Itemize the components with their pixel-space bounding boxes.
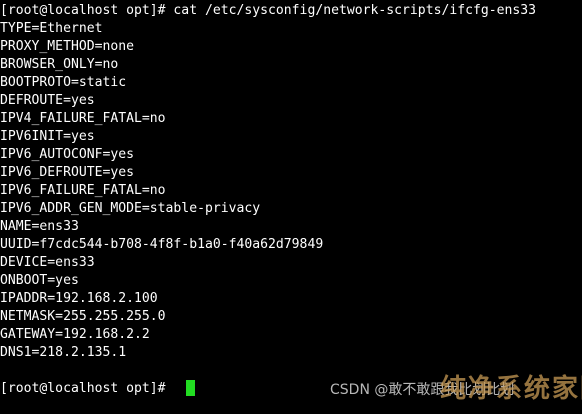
terminal-output-line: BROWSER_ONLY=no [0, 57, 119, 72]
terminal-prompt-line[interactable]: [root@localhost opt]# [0, 380, 173, 398]
terminal-window[interactable]: [root@localhost opt]# cat /etc/sysconfig… [0, 0, 582, 414]
terminal-output-line: IPV6INIT=yes [0, 129, 95, 144]
terminal-output-line: TYPE=Ethernet [0, 21, 103, 36]
site-logo-text: 纯净系统家园 [440, 374, 582, 404]
terminal-output-line: DNS1=218.2.135.1 [0, 345, 127, 360]
terminal-output-line: NETMASK=255.255.255.0 [0, 309, 166, 324]
terminal-output-line: NAME=ens33 [0, 219, 79, 234]
terminal-cursor [186, 380, 195, 396]
terminal-output-line: IPV6_DEFROUTE=yes [0, 165, 135, 180]
terminal-command-line: [root@localhost opt]# cat /etc/sysconfig… [0, 3, 537, 18]
terminal-output-line: BOOTPROTO=static [0, 75, 127, 90]
terminal-output-line: IPADDR=192.168.2.100 [0, 291, 158, 306]
terminal-output-line: IPV6_ADDR_GEN_MODE=stable-privacy [0, 201, 261, 216]
terminal-output-line: UUID=f7cdc544-b708-4f8f-b1a0-f40a62d7984… [0, 237, 324, 252]
terminal-output-line: ONBOOT=yes [0, 273, 79, 288]
terminal-output-line: PROXY_METHOD=none [0, 39, 135, 54]
terminal-output-line: IPV6_FAILURE_FATAL=no [0, 183, 166, 198]
site-logo-watermark: 纯净系统家园 [432, 366, 582, 414]
terminal-output-line: DEVICE=ens33 [0, 255, 95, 270]
terminal-output-line: DEFROUTE=yes [0, 93, 95, 108]
terminal-output-line: IPV6_AUTOCONF=yes [0, 147, 135, 162]
terminal-output-line: IPV4_FAILURE_FATAL=no [0, 111, 166, 126]
terminal-output-line: GATEWAY=192.168.2.2 [0, 327, 150, 342]
